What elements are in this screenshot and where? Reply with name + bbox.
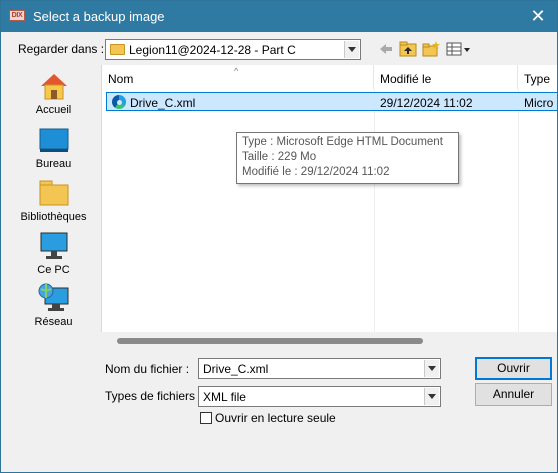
view-menu-icon[interactable]	[446, 41, 472, 57]
computer-icon	[40, 232, 68, 259]
lookin-value: Legion11@2024-12-28 - Part C	[129, 43, 296, 57]
close-button[interactable]: ✕	[525, 4, 551, 28]
place-desktop[interactable]: Bureau	[17, 121, 90, 171]
place-label: Bibliothèques	[20, 211, 87, 223]
place-label: Réseau	[34, 316, 73, 328]
file-type: Micro	[524, 96, 554, 110]
column-divider	[518, 89, 519, 332]
desktop-icon	[39, 128, 69, 152]
tooltip-size: Taille : 229 Mo	[242, 151, 317, 163]
folder-icon	[110, 44, 125, 55]
place-label: Ce PC	[37, 264, 70, 276]
place-libraries[interactable]: Bibliothèques	[17, 174, 90, 224]
file-tooltip: Type : Microsoft Edge HTML Document Tail…	[236, 132, 459, 184]
scrollbar-thumb[interactable]	[117, 338, 423, 344]
up-folder-icon[interactable]	[399, 41, 417, 57]
filename-value: Drive_C.xml	[203, 362, 269, 376]
network-icon	[38, 283, 69, 311]
lookin-combo[interactable]: Legion11@2024-12-28 - Part C	[105, 39, 361, 60]
place-label: Bureau	[35, 158, 72, 170]
tooltip-modified: Modifié le : 29/12/2024 11:02	[242, 166, 390, 178]
filename-label: Nom du fichier :	[105, 362, 190, 376]
file-row[interactable]: Drive_C.xml 29/12/2024 11:02 Micro	[106, 92, 557, 111]
place-this-pc[interactable]: Ce PC	[17, 227, 90, 277]
column-header-modified[interactable]: Modifié le	[374, 65, 518, 89]
chevron-down-icon[interactable]	[424, 388, 439, 405]
file-modified: 29/12/2024 11:02	[380, 96, 473, 110]
file-list[interactable]: ^ Nom Modifié le Type Drive_C.xml 29/12/…	[101, 65, 557, 332]
back-arrow-icon[interactable]	[377, 41, 395, 57]
libraries-icon	[39, 180, 69, 206]
cancel-button[interactable]: Annuler	[475, 383, 552, 406]
window-title: Select a backup image	[33, 9, 165, 24]
column-divider	[374, 89, 375, 332]
place-network[interactable]: Réseau	[17, 279, 90, 329]
chevron-down-icon[interactable]	[424, 360, 439, 377]
new-folder-icon[interactable]	[422, 41, 440, 57]
place-label: Accueil	[35, 104, 72, 116]
readonly-checkbox[interactable]	[200, 412, 212, 424]
open-button[interactable]: Ouvrir	[475, 357, 552, 380]
place-home[interactable]: Accueil	[17, 67, 90, 117]
filetype-select[interactable]: XML file	[198, 386, 441, 407]
dialog-window: DIX Select a backup image ✕ Regarder dan…	[0, 0, 558, 473]
filename-field[interactable]: Drive_C.xml	[198, 358, 441, 379]
app-icon: DIX	[9, 10, 25, 21]
horizontal-scrollbar[interactable]	[101, 332, 557, 349]
lookin-label: Regarder dans :	[18, 42, 105, 56]
column-header-type[interactable]: Type	[518, 65, 557, 89]
filetype-label: Types de fichiers :	[105, 389, 202, 403]
places-bar: Accueil Bureau Bibliothèques Ce PC Résea…	[17, 65, 90, 332]
chevron-down-icon[interactable]	[344, 41, 359, 58]
filetype-value: XML file	[203, 390, 246, 404]
readonly-label[interactable]: Ouvrir en lecture seule	[215, 411, 336, 425]
home-icon	[41, 74, 67, 100]
column-header-name[interactable]: Nom	[102, 65, 374, 89]
tooltip-type: Type : Microsoft Edge HTML Document	[242, 136, 443, 148]
title-bar: DIX Select a backup image ✕	[1, 1, 557, 32]
close-icon: ✕	[530, 6, 546, 26]
file-name: Drive_C.xml	[130, 96, 196, 110]
edge-document-icon	[112, 95, 126, 109]
